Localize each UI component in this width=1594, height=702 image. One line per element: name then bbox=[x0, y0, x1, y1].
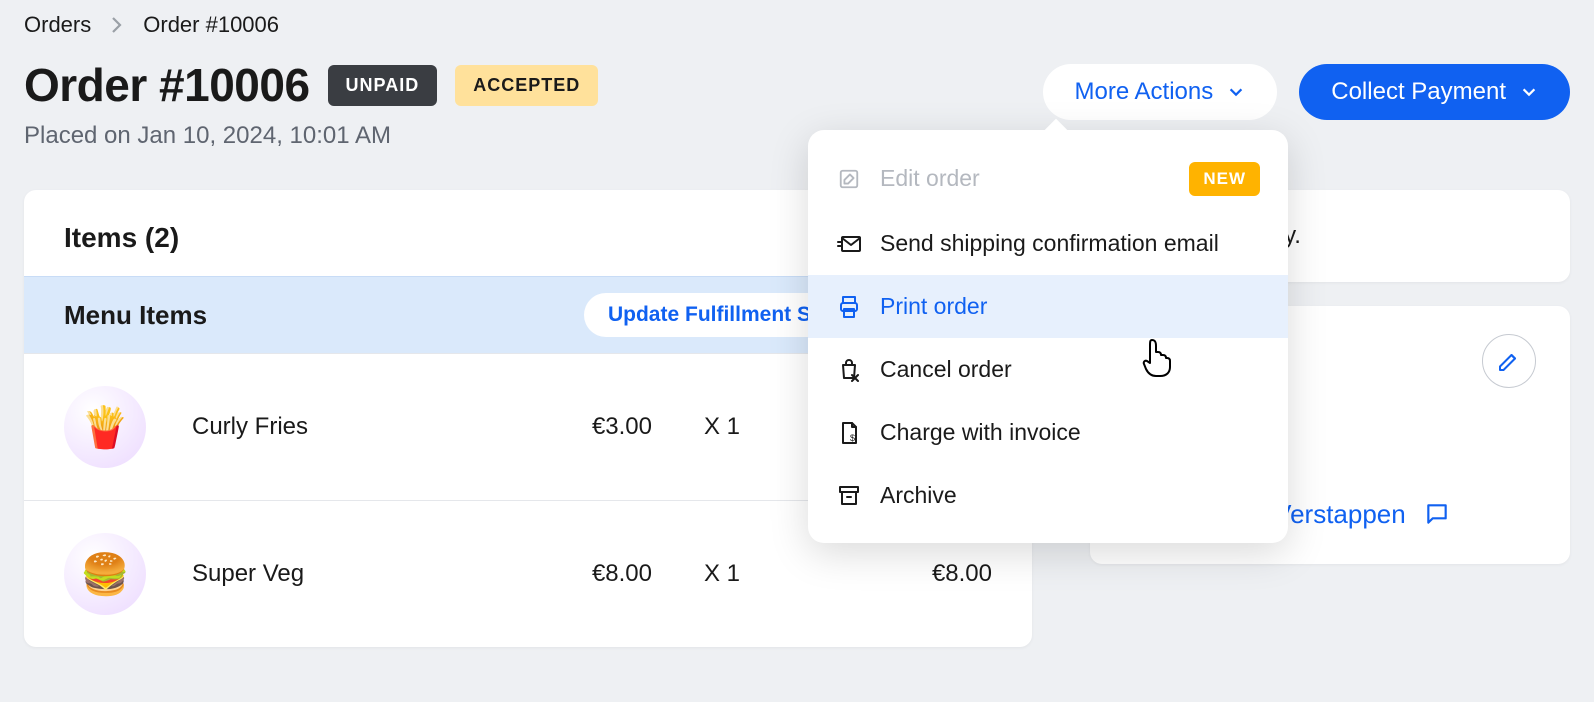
dropdown-item-charge-invoice[interactable]: $ Charge with invoice bbox=[808, 401, 1288, 464]
invoice-icon: $ bbox=[836, 420, 862, 446]
item-total: €8.00 bbox=[792, 560, 992, 588]
dropdown-label: Charge with invoice bbox=[880, 417, 1260, 448]
menu-items-title: Menu Items bbox=[64, 300, 207, 331]
svg-text:$: $ bbox=[850, 433, 855, 443]
more-actions-dropdown: Edit order NEW Send shipping confirmatio… bbox=[808, 130, 1288, 543]
placed-timestamp: Placed on Jan 10, 2024, 10:01 AM bbox=[24, 122, 598, 150]
dropdown-item-print-order[interactable]: Print order bbox=[808, 275, 1288, 338]
item-thumbnail: 🍔 bbox=[64, 533, 146, 615]
item-thumbnail: 🍟 bbox=[64, 386, 146, 468]
pencil-icon bbox=[1497, 349, 1521, 373]
archive-icon bbox=[836, 483, 862, 509]
dropdown-label: Send shipping confirmation email bbox=[880, 228, 1260, 259]
breadcrumb: Orders Order #10006 bbox=[24, 12, 1570, 38]
mail-send-icon bbox=[836, 231, 862, 257]
breadcrumb-current: Order #10006 bbox=[143, 12, 279, 38]
item-price: €8.00 bbox=[492, 560, 652, 588]
dropdown-item-archive[interactable]: Archive bbox=[808, 464, 1288, 527]
status-badge-accepted: ACCEPTED bbox=[455, 65, 598, 106]
dropdown-label: Print order bbox=[880, 291, 1260, 322]
dropdown-label: Cancel order bbox=[880, 354, 1260, 385]
item-name: Curly Fries bbox=[174, 413, 482, 441]
collect-payment-button[interactable]: Collect Payment bbox=[1299, 64, 1570, 120]
dropdown-item-cancel-order[interactable]: Cancel order bbox=[808, 338, 1288, 401]
dropdown-item-send-email[interactable]: Send shipping confirmation email bbox=[808, 212, 1288, 275]
status-badge-unpaid: UNPAID bbox=[328, 65, 438, 106]
collect-payment-label: Collect Payment bbox=[1331, 78, 1506, 106]
item-price: €3.00 bbox=[492, 413, 652, 441]
edit-icon bbox=[836, 166, 862, 192]
more-actions-label: More Actions bbox=[1075, 78, 1214, 106]
breadcrumb-root[interactable]: Orders bbox=[24, 12, 91, 38]
edit-customer-button[interactable] bbox=[1482, 334, 1536, 388]
more-actions-button[interactable]: More Actions bbox=[1043, 64, 1278, 120]
chevron-down-icon bbox=[1227, 83, 1245, 101]
item-qty: X 1 bbox=[662, 413, 782, 441]
print-icon bbox=[836, 294, 862, 320]
item-name: Super Veg bbox=[174, 560, 482, 588]
chevron-right-icon bbox=[111, 16, 123, 34]
dropdown-label: Edit order bbox=[880, 163, 1171, 194]
new-badge: NEW bbox=[1189, 162, 1260, 196]
page-title: Order #10006 bbox=[24, 58, 310, 112]
chat-icon[interactable] bbox=[1424, 501, 1450, 527]
bag-cancel-icon bbox=[836, 357, 862, 383]
dropdown-label: Archive bbox=[880, 480, 1260, 511]
chevron-down-icon bbox=[1520, 83, 1538, 101]
dropdown-item-edit-order: Edit order NEW bbox=[808, 146, 1288, 212]
item-qty: X 1 bbox=[662, 560, 782, 588]
